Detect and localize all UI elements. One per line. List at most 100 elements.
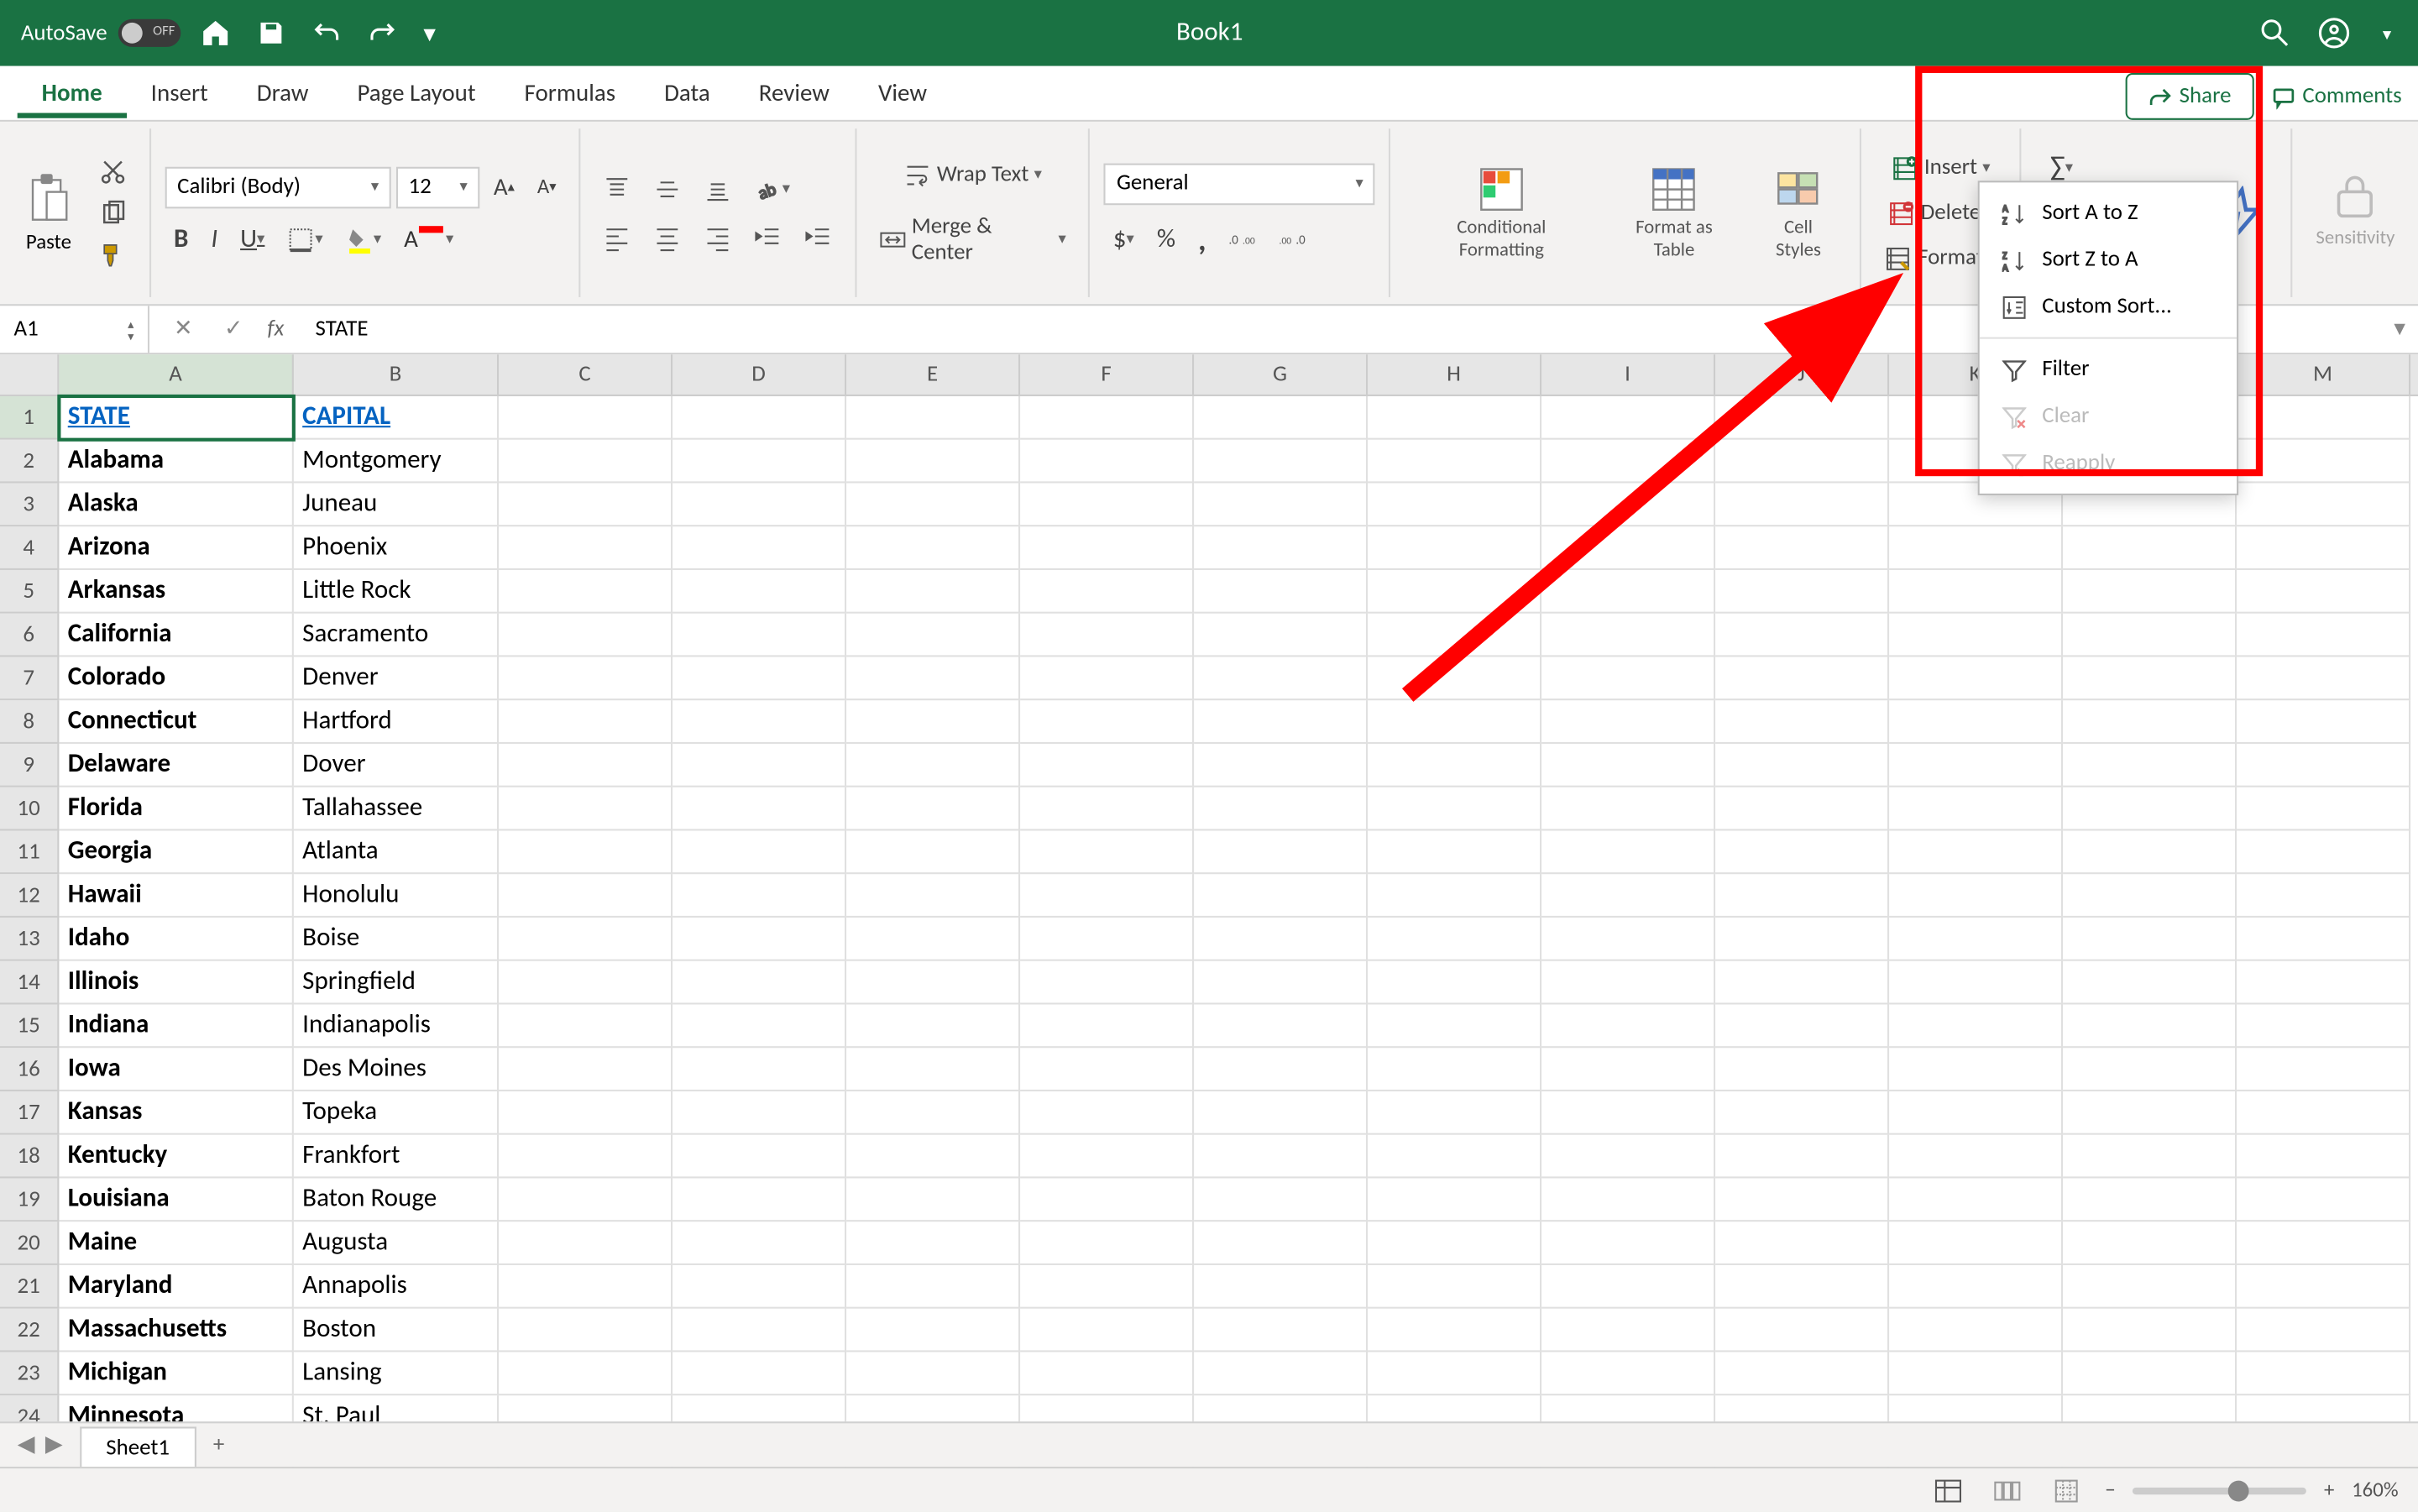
cell-A22[interactable]: Massachusetts <box>59 1309 293 1352</box>
cell-K16[interactable] <box>1889 1048 2063 1091</box>
column-header-B[interactable]: B <box>294 354 499 395</box>
cell-A3[interactable]: Alaska <box>59 483 293 526</box>
tab-data[interactable]: Data <box>640 68 735 118</box>
cell-M18[interactable] <box>2237 1135 2410 1179</box>
cell-A7[interactable]: Colorado <box>59 657 293 700</box>
row-header-19[interactable]: 19 <box>0 1178 59 1222</box>
cell-E6[interactable] <box>846 614 1020 657</box>
cell-L13[interactable] <box>2063 918 2237 961</box>
cell-A20[interactable]: Maine <box>59 1222 293 1265</box>
spreadsheet-grid[interactable]: ABCDEFGHIJKLM1STATECAPITAL2AlabamaMontgo… <box>0 354 2418 1482</box>
cell-K12[interactable] <box>1889 874 2063 918</box>
align-center-icon[interactable] <box>645 218 690 257</box>
row-header-10[interactable]: 10 <box>0 787 59 831</box>
cell-I8[interactable] <box>1541 700 1715 744</box>
cell-L21[interactable] <box>2063 1265 2237 1309</box>
cell-K9[interactable] <box>1889 744 2063 787</box>
cell-E16[interactable] <box>846 1048 1020 1091</box>
orientation-icon[interactable]: ab▾ <box>746 170 798 208</box>
cell-L7[interactable] <box>2063 657 2237 700</box>
cell-C1[interactable] <box>499 396 673 440</box>
cell-M7[interactable] <box>2237 657 2410 700</box>
underline-button[interactable]: U ▾ <box>232 218 274 260</box>
cell-E11[interactable] <box>846 830 1020 874</box>
cell-A17[interactable]: Kansas <box>59 1091 293 1135</box>
cell-K11[interactable] <box>1889 830 2063 874</box>
number-format-select[interactable]: General▾ <box>1104 163 1375 205</box>
cell-H2[interactable] <box>1368 440 1541 484</box>
cell-I1[interactable] <box>1541 396 1715 440</box>
cell-M9[interactable] <box>2237 744 2410 787</box>
cell-F3[interactable] <box>1020 483 1194 526</box>
wrap-text-button[interactable]: Wrap Text▾ <box>871 155 1075 194</box>
cell-G16[interactable] <box>1194 1048 1368 1091</box>
cell-G17[interactable] <box>1194 1091 1368 1135</box>
cell-H16[interactable] <box>1368 1048 1541 1091</box>
column-header-I[interactable]: I <box>1541 354 1715 395</box>
redo-icon[interactable] <box>361 16 403 50</box>
cell-I2[interactable] <box>1541 440 1715 484</box>
cell-D13[interactable] <box>673 918 846 961</box>
copy-icon[interactable] <box>91 194 136 233</box>
cell-D14[interactable] <box>673 961 846 1005</box>
align-middle-icon[interactable] <box>645 170 690 208</box>
cell-F12[interactable] <box>1020 874 1194 918</box>
cell-M13[interactable] <box>2237 918 2410 961</box>
cell-L14[interactable] <box>2063 961 2237 1005</box>
cell-B13[interactable]: Boise <box>294 918 499 961</box>
cell-H13[interactable] <box>1368 918 1541 961</box>
cell-C8[interactable] <box>499 700 673 744</box>
sort-a-to-z-item[interactable]: AZ Sort A to Z <box>1980 190 2237 237</box>
cell-K21[interactable] <box>1889 1265 2063 1309</box>
cell-K23[interactable] <box>1889 1352 2063 1395</box>
row-header-2[interactable]: 2 <box>0 440 59 484</box>
cell-H21[interactable] <box>1368 1265 1541 1309</box>
cell-L17[interactable] <box>2063 1091 2237 1135</box>
cell-E1[interactable] <box>846 396 1020 440</box>
cell-F11[interactable] <box>1020 830 1194 874</box>
cell-J9[interactable] <box>1715 744 1889 787</box>
sheet-nav-prev-icon[interactable]: ◀ <box>18 1432 35 1458</box>
cell-D11[interactable] <box>673 830 846 874</box>
conditional-formatting-button[interactable]: Conditional Formatting <box>1405 159 1599 267</box>
cell-L12[interactable] <box>2063 874 2237 918</box>
cell-E12[interactable] <box>846 874 1020 918</box>
cell-J12[interactable] <box>1715 874 1889 918</box>
cell-M3[interactable] <box>2237 483 2410 526</box>
cell-L10[interactable] <box>2063 787 2237 831</box>
cell-C3[interactable] <box>499 483 673 526</box>
zoom-out-button[interactable]: − <box>2105 1478 2115 1503</box>
cell-K18[interactable] <box>1889 1135 2063 1179</box>
cell-M20[interactable] <box>2237 1222 2410 1265</box>
cell-D10[interactable] <box>673 787 846 831</box>
cell-G9[interactable] <box>1194 744 1368 787</box>
cell-E4[interactable] <box>846 526 1020 570</box>
cell-D3[interactable] <box>673 483 846 526</box>
cell-K5[interactable] <box>1889 570 2063 614</box>
cell-G23[interactable] <box>1194 1352 1368 1395</box>
cell-D18[interactable] <box>673 1135 846 1179</box>
cell-G11[interactable] <box>1194 830 1368 874</box>
cell-K13[interactable] <box>1889 918 2063 961</box>
cell-C17[interactable] <box>499 1091 673 1135</box>
cell-A6[interactable]: California <box>59 614 293 657</box>
cell-F2[interactable] <box>1020 440 1194 484</box>
row-header-13[interactable]: 13 <box>0 918 59 961</box>
cell-F8[interactable] <box>1020 700 1194 744</box>
cell-F18[interactable] <box>1020 1135 1194 1179</box>
cell-D2[interactable] <box>673 440 846 484</box>
cell-E5[interactable] <box>846 570 1020 614</box>
font-color-icon[interactable]: A▾ <box>395 219 463 259</box>
cell-B17[interactable]: Topeka <box>294 1091 499 1135</box>
cell-C13[interactable] <box>499 918 673 961</box>
cell-I17[interactable] <box>1541 1091 1715 1135</box>
cell-A10[interactable]: Florida <box>59 787 293 831</box>
cell-B8[interactable]: Hartford <box>294 700 499 744</box>
column-header-D[interactable]: D <box>673 354 846 395</box>
cell-M8[interactable] <box>2237 700 2410 744</box>
increase-font-icon[interactable]: A▴ <box>485 167 524 207</box>
cell-G12[interactable] <box>1194 874 1368 918</box>
format-painter-icon[interactable] <box>91 235 136 274</box>
cell-C12[interactable] <box>499 874 673 918</box>
cell-D16[interactable] <box>673 1048 846 1091</box>
